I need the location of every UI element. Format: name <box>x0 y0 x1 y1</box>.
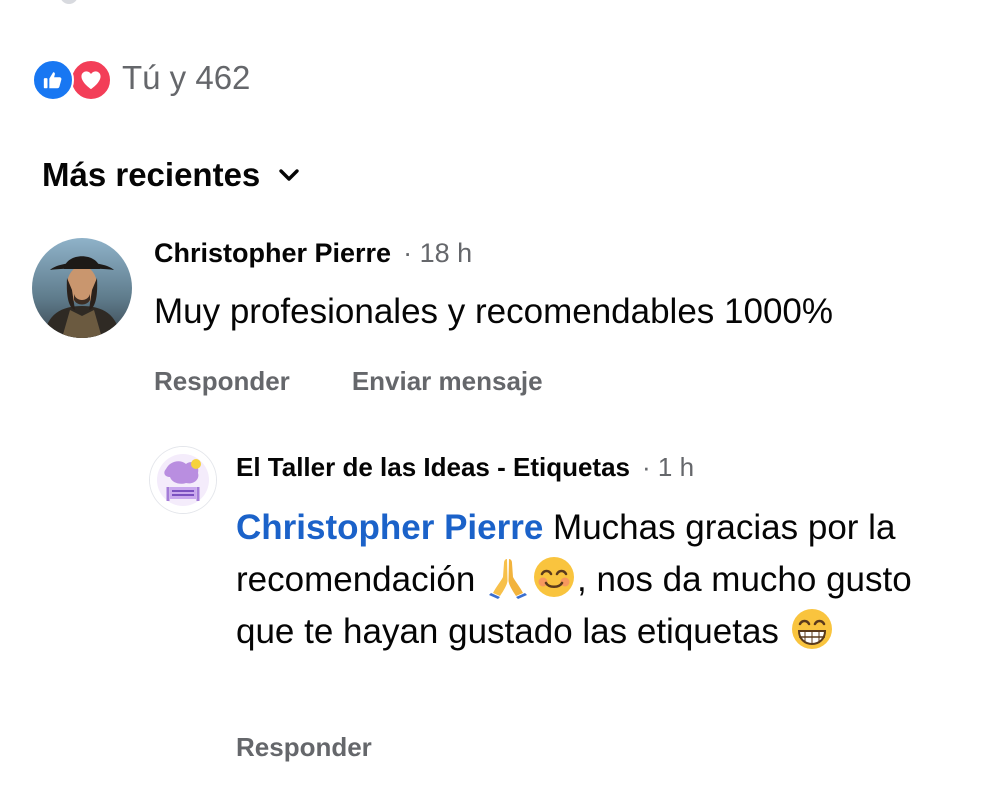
sort-label: Más recientes <box>42 156 261 193</box>
send-message-button[interactable]: Enviar mensaje <box>352 366 543 397</box>
reaction-icons <box>32 57 114 101</box>
like-icon <box>32 59 74 101</box>
comment-author-name[interactable]: Christopher Pierre <box>154 238 391 269</box>
reply-text: Christopher Pierre Muchas gracias por la… <box>236 502 976 658</box>
reply-header: El Taller de las Ideas - Etiquetas · 1 h <box>236 452 694 483</box>
reply-author-name[interactable]: El Taller de las Ideas - Etiquetas <box>236 452 630 483</box>
avatar[interactable] <box>32 238 132 338</box>
reply-actions: Responder <box>236 732 372 763</box>
smiling-face-emoji-icon <box>532 555 576 599</box>
grinning-face-emoji-icon <box>790 607 834 651</box>
chevron-down-icon <box>278 168 300 182</box>
love-icon <box>70 59 112 101</box>
comment-timestamp[interactable]: · 18 h <box>403 238 472 269</box>
reply-button[interactable]: Responder <box>154 366 290 397</box>
folded-hands-emoji-icon <box>486 555 530 599</box>
reply-timestamp[interactable]: · 1 h <box>642 452 694 483</box>
partial-icon <box>60 0 78 4</box>
page-avatar[interactable] <box>150 447 216 513</box>
sort-dropdown[interactable]: Más recientes <box>42 156 300 194</box>
comment-header: Christopher Pierre · 18 h <box>154 238 472 269</box>
reaction-summary[interactable]: Tú y 462 <box>32 57 251 101</box>
comment-text: Muy profesionales y recomendables 1000% <box>154 292 833 331</box>
reply-button[interactable]: Responder <box>236 732 372 763</box>
comment-actions: Responder Enviar mensaje <box>154 366 543 397</box>
mention-link[interactable]: Christopher Pierre <box>236 508 543 547</box>
reaction-count: Tú y 462 <box>122 59 251 96</box>
